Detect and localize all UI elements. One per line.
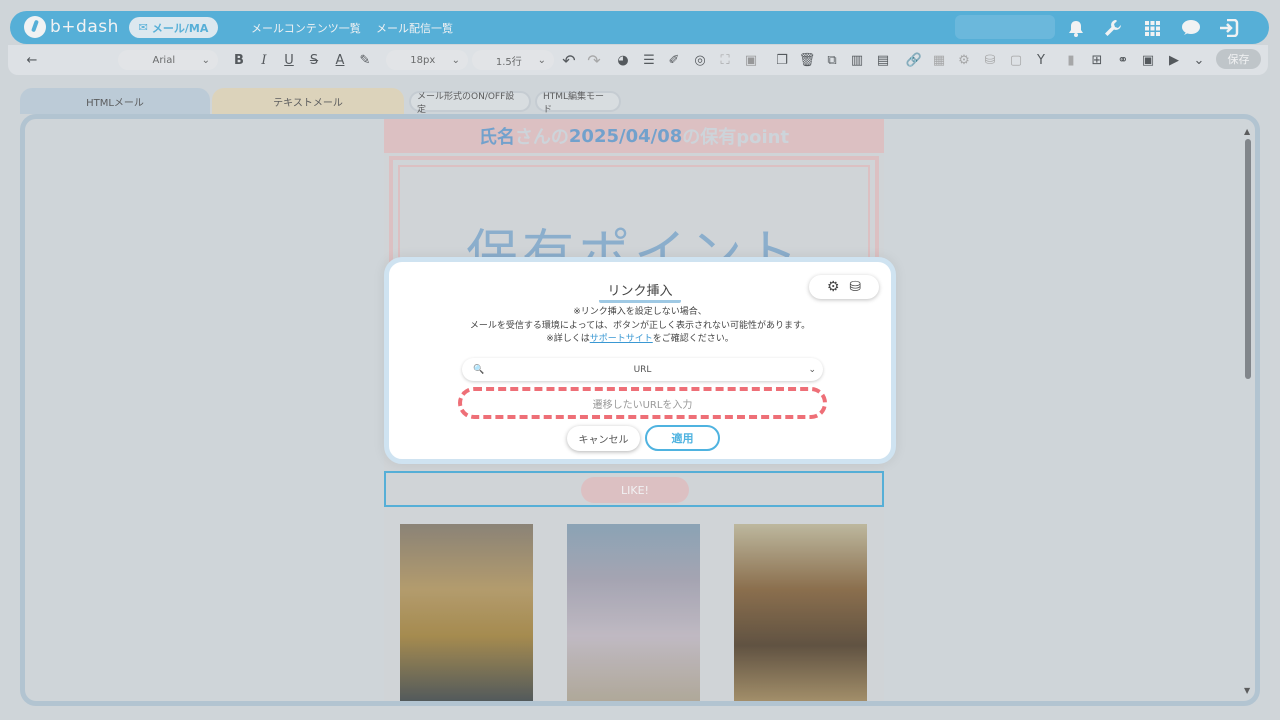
notice-line-2: メールを受信する環境によっては、ボタンが正しく表示されない可能性があります。 bbox=[469, 320, 811, 331]
search-icon: 🔍 bbox=[473, 364, 485, 375]
dialog-title-text: リンク挿入 bbox=[599, 280, 681, 303]
link-type-value: URL bbox=[633, 364, 652, 375]
link-insert-dialog: リンク挿入 ⚙ ⛁ ※リンク挿入を設定しない場合、 メールを受信する環境によって… bbox=[384, 257, 896, 464]
gears-icon[interactable]: ⚙ bbox=[827, 279, 840, 295]
database-icon[interactable]: ⛁ bbox=[849, 279, 861, 295]
apply-button[interactable]: 適用 bbox=[645, 425, 720, 451]
notice-line-3-suffix: をご確認ください。 bbox=[652, 334, 734, 344]
chevron-down-icon: ⌄ bbox=[808, 364, 816, 375]
cancel-button[interactable]: キャンセル bbox=[567, 426, 640, 451]
support-site-link[interactable]: サポートサイト bbox=[590, 334, 653, 344]
notice-line-3: ※詳しくはサポートサイトをご確認ください。 bbox=[389, 333, 891, 347]
url-input-field[interactable]: 遷移したいURLを入力 bbox=[458, 387, 827, 419]
dialog-tools: ⚙ ⛁ bbox=[809, 275, 879, 299]
dialog-notice: ※リンク挿入を設定しない場合、 メールを受信する環境によっては、ボタンが正しく表… bbox=[389, 306, 891, 347]
notice-line-3-prefix: ※詳しくは bbox=[546, 334, 590, 344]
notice-line-1: ※リンク挿入を設定しない場合、 bbox=[573, 307, 707, 317]
link-type-select[interactable]: 🔍 URL ⌄ bbox=[462, 358, 823, 381]
